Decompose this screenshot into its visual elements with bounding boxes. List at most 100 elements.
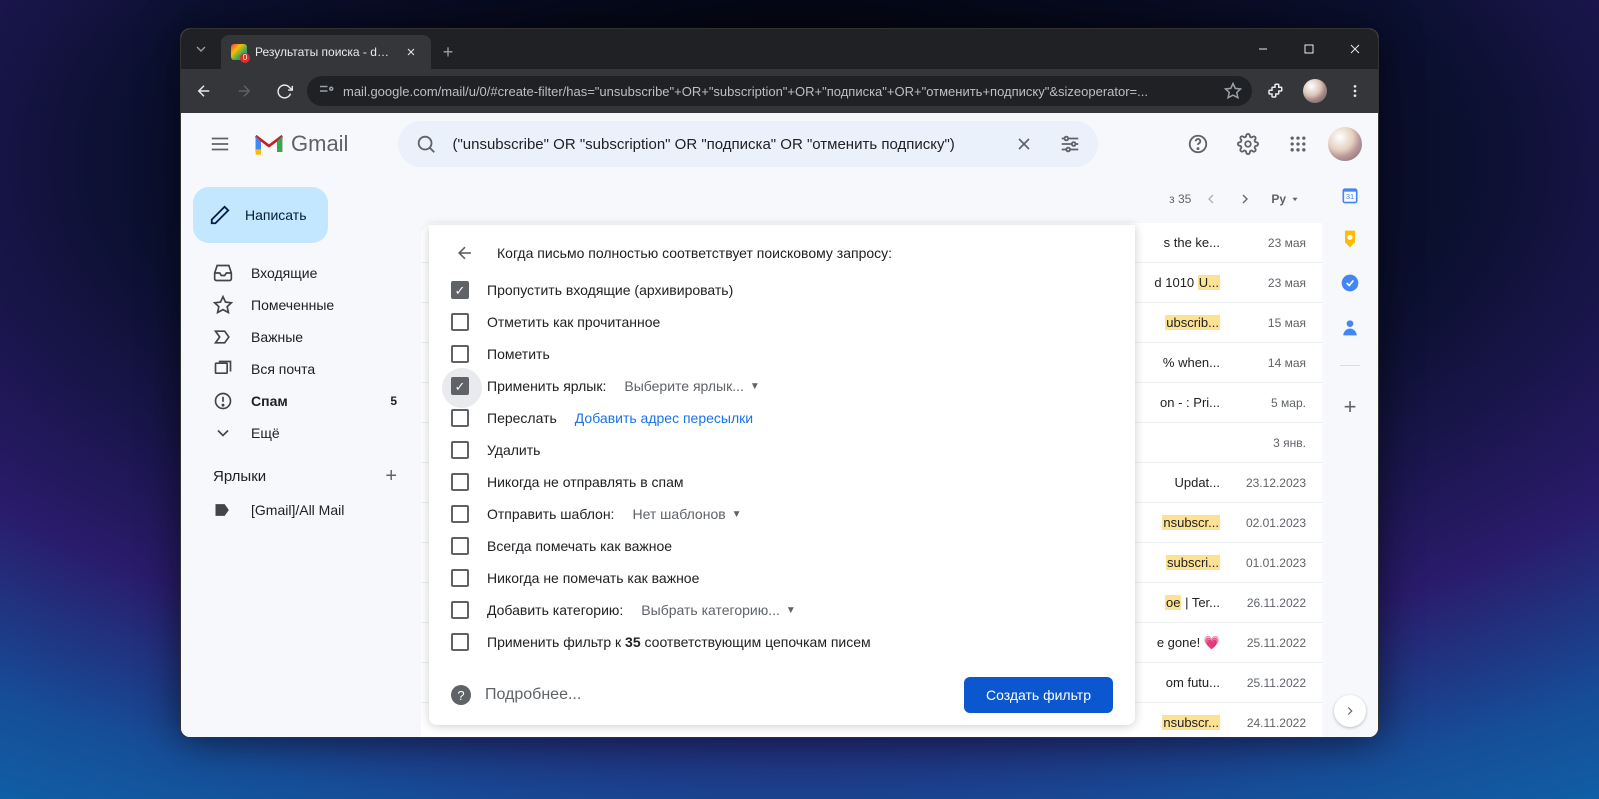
- next-page-button[interactable]: [1231, 179, 1259, 219]
- checkbox-icon[interactable]: [451, 537, 469, 555]
- main-menu-icon[interactable]: [197, 121, 243, 167]
- search-box[interactable]: ("unsubscribe" OR "subscription" OR "под…: [398, 121, 1098, 167]
- mail-snippet: nsubscr...: [1162, 715, 1220, 730]
- close-tab-icon[interactable]: [405, 46, 421, 58]
- sidebar-item-starred[interactable]: Помеченные: [189, 289, 413, 321]
- contacts-icon[interactable]: [1340, 317, 1360, 337]
- opt-never-spam[interactable]: Никогда не отправлять в спам: [451, 473, 1113, 491]
- checkbox-icon[interactable]: [451, 409, 469, 427]
- tab-search-icon[interactable]: [181, 29, 221, 69]
- opt-mark-read[interactable]: Отметить как прочитанное: [451, 313, 1113, 331]
- opt-skip-inbox[interactable]: Пропустить входящие (архивировать): [451, 281, 1113, 299]
- dd-label: Выберите ярлык...: [624, 378, 744, 394]
- window-maximize-button[interactable]: [1286, 29, 1332, 69]
- sidebar-label-allmail[interactable]: [Gmail]/All Mail: [189, 494, 413, 526]
- support-icon[interactable]: [1178, 124, 1218, 164]
- mail-snippet: om futu...: [1166, 675, 1220, 690]
- sidebar-item-important[interactable]: Важные: [189, 321, 413, 353]
- sidebar-item-label: Ещё: [251, 425, 280, 441]
- settings-icon[interactable]: [1228, 124, 1268, 164]
- search-options-icon[interactable]: [1050, 133, 1090, 155]
- calendar-icon[interactable]: 31: [1340, 185, 1360, 205]
- profile-avatar[interactable]: [1298, 74, 1332, 108]
- sidebar-item-more[interactable]: Ещё: [189, 417, 413, 449]
- input-language-button[interactable]: Ру: [1265, 188, 1306, 210]
- checkbox-icon[interactable]: [451, 441, 469, 459]
- opt-label: Отправить шаблон:: [487, 506, 614, 522]
- sidebar: Написать Входящие Помеченные Важные Вся …: [181, 175, 421, 737]
- label-dropdown[interactable]: Выберите ярлык...▼: [624, 378, 759, 394]
- browser-tab[interactable]: Результаты поиска - dmitrycv1: [221, 35, 431, 69]
- create-filter-button[interactable]: Создать фильтр: [964, 677, 1113, 713]
- get-addons-button[interactable]: +: [1344, 394, 1357, 420]
- opt-add-category[interactable]: Добавить категорию:Выбрать категорию...▼: [451, 601, 1113, 619]
- checkbox-icon[interactable]: [451, 601, 469, 619]
- mail-date: 23 мая: [1230, 236, 1306, 250]
- omnibox[interactable]: mail.google.com/mail/u/0/#create-filter/…: [307, 76, 1252, 106]
- opt-star[interactable]: Пометить: [451, 345, 1113, 363]
- account-avatar[interactable]: [1328, 127, 1362, 161]
- sidebar-item-spam[interactable]: Спам 5: [189, 385, 413, 417]
- checkbox-icon[interactable]: [451, 377, 469, 395]
- checkbox-icon[interactable]: [451, 313, 469, 331]
- opt-send-template[interactable]: Отправить шаблон: Нет шаблонов▼: [451, 505, 1113, 523]
- opt-apply-existing[interactable]: Применить фильтр к 35 соответствующим це…: [451, 633, 1113, 651]
- side-panel: 31 +: [1322, 175, 1378, 737]
- window-minimize-button[interactable]: [1240, 29, 1286, 69]
- filter-back-button[interactable]: [451, 239, 479, 267]
- opt-apply-label[interactable]: Применить ярлык:Выберите ярлык...▼: [451, 377, 1113, 395]
- opt-delete[interactable]: Удалить: [451, 441, 1113, 459]
- gmail-logo-text: Gmail: [291, 131, 348, 157]
- opt-label: Никогда не помечать как важное: [487, 570, 699, 586]
- gmail-logo[interactable]: Gmail: [253, 131, 348, 157]
- url-text: mail.google.com/mail/u/0/#create-filter/…: [343, 84, 1216, 99]
- bookmark-icon[interactable]: [1224, 82, 1242, 100]
- extensions-icon[interactable]: [1258, 74, 1292, 108]
- checkbox-icon[interactable]: [451, 281, 469, 299]
- checkbox-icon[interactable]: [451, 473, 469, 491]
- help-icon[interactable]: ?: [451, 685, 471, 705]
- tasks-icon[interactable]: [1340, 273, 1360, 293]
- checkbox-icon[interactable]: [451, 505, 469, 523]
- mail-snippet: Updat...: [1174, 475, 1220, 490]
- learn-more-link[interactable]: Подробнее...: [485, 686, 581, 704]
- sidebar-label-text: [Gmail]/All Mail: [251, 502, 344, 518]
- sidebar-item-allmail[interactable]: Вся почта: [189, 353, 413, 385]
- add-label-button[interactable]: +: [385, 465, 397, 488]
- compose-button[interactable]: Написать: [193, 187, 328, 243]
- mail-snippet: e gone! 💗: [1157, 635, 1220, 651]
- opt-label: Пропустить входящие (архивировать): [487, 282, 733, 298]
- opt-label: Переслать: [487, 410, 557, 426]
- sidebar-item-label: Входящие: [251, 265, 317, 281]
- sidebar-item-label: Вся почта: [251, 361, 315, 377]
- nav-forward-button[interactable]: [227, 74, 261, 108]
- opt-forward[interactable]: Переслать Добавить адрес пересылки: [451, 409, 1113, 427]
- clear-search-icon[interactable]: [1004, 134, 1044, 154]
- labels-header-text: Ярлыки: [213, 468, 266, 485]
- browser-window: Результаты поиска - dmitrycv1 + mail.goo…: [180, 28, 1379, 738]
- hide-panel-button[interactable]: [1334, 695, 1366, 727]
- search-icon[interactable]: [406, 133, 446, 155]
- sidebar-item-label: Спам: [251, 393, 288, 409]
- window-close-button[interactable]: [1332, 29, 1378, 69]
- opt-always-important[interactable]: Всегда помечать как важное: [451, 537, 1113, 555]
- browser-menu-icon[interactable]: [1338, 74, 1372, 108]
- keep-icon[interactable]: [1340, 229, 1360, 249]
- checkbox-icon[interactable]: [451, 633, 469, 651]
- opt-never-important[interactable]: Никогда не помечать как важное: [451, 569, 1113, 587]
- nav-back-button[interactable]: [187, 74, 221, 108]
- prev-page-button[interactable]: [1197, 179, 1225, 219]
- site-info-icon[interactable]: [317, 82, 335, 100]
- mail-date: 25.11.2022: [1230, 676, 1306, 690]
- nav-reload-button[interactable]: [267, 74, 301, 108]
- category-dropdown[interactable]: Выбрать категорию...▼: [641, 602, 796, 618]
- new-tab-button[interactable]: +: [431, 35, 465, 69]
- template-dropdown[interactable]: Нет шаблонов▼: [632, 506, 741, 522]
- checkbox-icon[interactable]: [451, 345, 469, 363]
- add-forward-link[interactable]: Добавить адрес пересылки: [575, 410, 753, 426]
- mail-date: 02.01.2023: [1230, 516, 1306, 530]
- checkbox-icon[interactable]: [451, 569, 469, 587]
- google-apps-icon[interactable]: [1278, 124, 1318, 164]
- list-toolbar: з 35 Ру: [421, 175, 1322, 223]
- sidebar-item-inbox[interactable]: Входящие: [189, 257, 413, 289]
